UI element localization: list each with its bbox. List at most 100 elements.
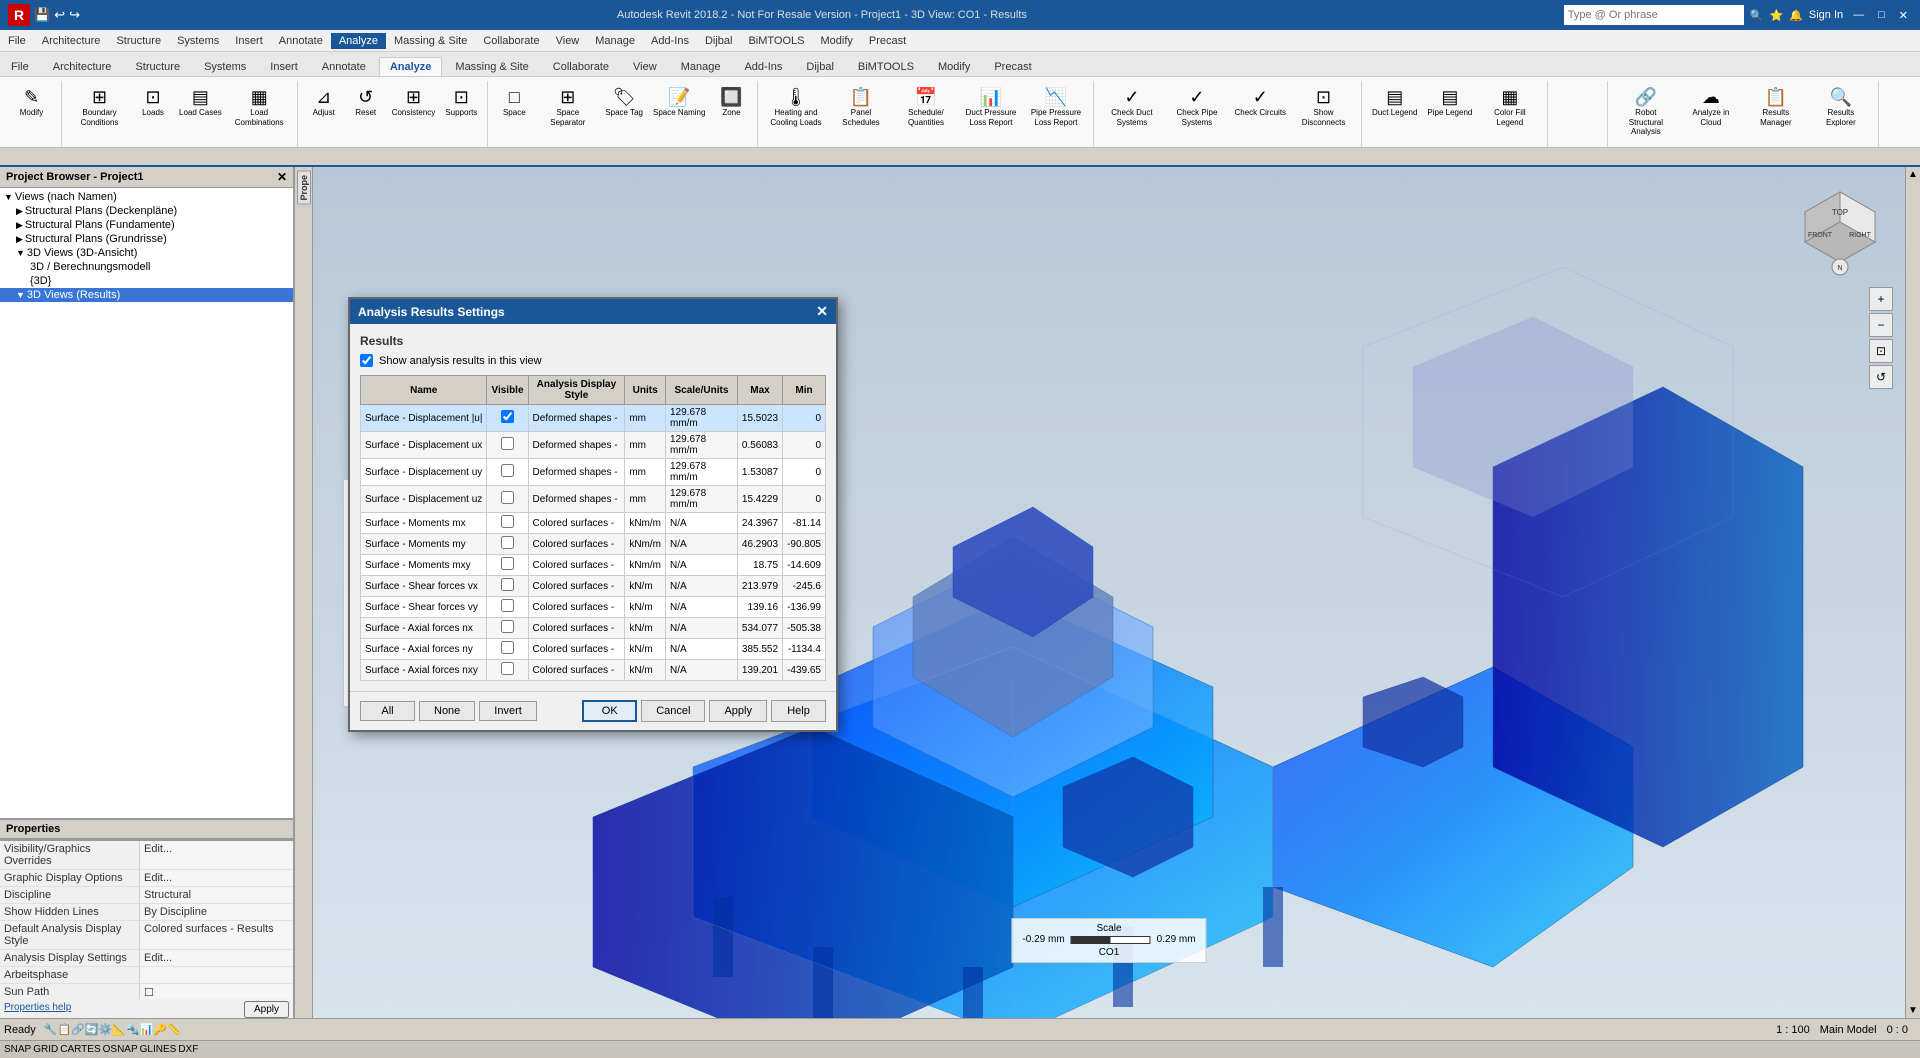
ribbon-btn-space-naming[interactable]: 📝Space Naming [649,85,709,120]
ribbon-btn-color-fill-legend[interactable]: ▦Color Fill Legend [1478,85,1541,129]
menu-item-systems[interactable]: Systems [169,33,227,49]
tree-item-6[interactable]: {3D} [0,274,293,288]
results-row-4[interactable]: Surface - Moments mx Colored surfaces - … [361,513,826,534]
visible-checkbox-2[interactable] [501,464,514,477]
tree-item-3[interactable]: ▶Structural Plans (Grundrisse) [0,232,293,246]
menu-item-bimtools[interactable]: BiMTOOLS [740,33,812,49]
ribbon-tab-precast[interactable]: Precast [983,57,1042,76]
properties-apply-btn[interactable]: Apply [244,1001,289,1018]
scroll-up-btn[interactable]: ▲ [1906,167,1920,182]
ribbon-tab-manage[interactable]: Manage [670,57,732,76]
bell-icon[interactable]: 🔔 [1789,9,1803,22]
cell-visible-5[interactable] [487,534,528,555]
menu-item-analyze[interactable]: Analyze [331,33,386,49]
search-icon[interactable]: 🔍 [1750,9,1764,22]
menu-item-collaborate[interactable]: Collaborate [475,33,547,49]
fit-view-btn[interactable]: ⊡ [1869,339,1893,363]
tree-item-7[interactable]: ▼3D Views (Results) [0,288,293,302]
cell-visible-1[interactable] [487,432,528,459]
cell-visible-4[interactable] [487,513,528,534]
results-row-8[interactable]: Surface - Shear forces vy Colored surfac… [361,597,826,618]
ribbon-tab-collaborate[interactable]: Collaborate [542,57,620,76]
ribbon-btn-heating-and-cooling-loads[interactable]: 🌡Heating and Cooling Loads [764,85,827,129]
tree-item-1[interactable]: ▶Structural Plans (Deckenpläne) [0,204,293,218]
visible-checkbox-3[interactable] [501,491,514,504]
ribbon-btn-results-manager[interactable]: 📋Results Manager [1744,85,1807,129]
ribbon-tab-systems[interactable]: Systems [193,57,257,76]
menu-item-dijbal[interactable]: Dijbal [697,33,741,49]
ribbon-btn-loads[interactable]: ⊡Loads [133,85,173,120]
visible-checkbox-4[interactable] [501,515,514,528]
results-row-9[interactable]: Surface - Axial forces nx Colored surfac… [361,618,826,639]
results-row-5[interactable]: Surface - Moments my Colored surfaces - … [361,534,826,555]
ribbon-btn-duct-legend[interactable]: ▤Duct Legend [1368,85,1421,120]
ribbon-btn-pipe-legend[interactable]: ▤Pipe Legend [1423,85,1476,120]
ribbon-btn-load-cases[interactable]: ▤Load Cases [175,85,226,120]
zoom-in-btn[interactable]: + [1869,287,1893,311]
ribbon-tab-insert[interactable]: Insert [259,57,309,76]
search-input[interactable] [1564,5,1744,25]
ribbon-btn-pipe-pressure-loss-report[interactable]: 📉Pipe Pressure Loss Report [1024,85,1087,129]
cell-visible-9[interactable] [487,618,528,639]
ribbon-tab-file[interactable]: File [0,57,40,76]
menu-item-annotate[interactable]: Annotate [271,33,331,49]
ribbon-btn-check-pipe-systems[interactable]: ✓Check Pipe Systems [1165,85,1228,129]
nav-cube-container[interactable]: TOP RIGHT FRONT N [1795,187,1885,277]
visible-checkbox-6[interactable] [501,557,514,570]
prop-value-0[interactable]: Edit... [140,841,293,869]
ribbon-btn-space[interactable]: □Space [494,85,534,120]
ribbon-btn-check-circuits[interactable]: ✓Check Circuits [1230,85,1290,120]
invert-button[interactable]: Invert [479,701,537,721]
none-button[interactable]: None [419,701,475,721]
cell-visible-2[interactable] [487,459,528,486]
cell-visible-0[interactable] [487,405,528,432]
visible-checkbox-9[interactable] [501,620,514,633]
ribbon-tab-dijbal[interactable]: Dijbal [795,57,845,76]
quick-save[interactable]: 💾 [34,7,50,23]
menu-item-precast[interactable]: Precast [861,33,914,49]
cell-visible-7[interactable] [487,576,528,597]
results-row-6[interactable]: Surface - Moments mxy Colored surfaces -… [361,555,826,576]
ribbon-btn-results-explorer[interactable]: 🔍Results Explorer [1809,85,1872,129]
ribbon-btn-reset[interactable]: ↺Reset [346,85,386,120]
minimize-btn[interactable]: — [1849,9,1868,21]
show-results-checkbox[interactable] [360,354,373,367]
ribbon-btn-adjust[interactable]: ⊿Adjust [304,85,344,120]
ribbon-btn-modify[interactable]: ✎Modify [12,85,52,120]
results-row-7[interactable]: Surface - Shear forces vx Colored surfac… [361,576,826,597]
ribbon-btn-duct-pressure-loss-report[interactable]: 📊Duct Pressure Loss Report [959,85,1022,129]
ribbon-btn-zone[interactable]: 🔲Zone [711,85,751,120]
ribbon-tab-annotate[interactable]: Annotate [311,57,377,76]
apply-button[interactable]: Apply [709,700,767,722]
visible-checkbox-7[interactable] [501,578,514,591]
ribbon-tab-add-ins[interactable]: Add-Ins [733,57,793,76]
all-button[interactable]: All [360,701,415,721]
cancel-button[interactable]: Cancel [641,700,705,722]
tree-item-4[interactable]: ▼3D Views (3D-Ansicht) [0,246,293,260]
ribbon-tab-bimtools[interactable]: BiMTOOLS [847,57,925,76]
maximize-btn[interactable]: □ [1874,9,1889,21]
quick-redo[interactable]: ↪ [69,7,80,23]
ribbon-tab-structure[interactable]: Structure [124,57,191,76]
ribbon-btn-show-disconnects[interactable]: ⊡Show Disconnects [1292,85,1355,129]
results-row-1[interactable]: Surface - Displacement ux Deformed shape… [361,432,826,459]
results-row-3[interactable]: Surface - Displacement uz Deformed shape… [361,486,826,513]
visible-checkbox-1[interactable] [501,437,514,450]
ribbon-btn-consistency[interactable]: ⊞Consistency [388,85,440,120]
ribbon-btn-robot-structural-analysis[interactable]: 🔗Robot Structural Analysis [1614,85,1677,139]
ribbon-btn-space-separator[interactable]: ⊞Space Separator [536,85,599,129]
menu-item-massing--site[interactable]: Massing & Site [386,33,475,49]
ribbon-btn-analyze-in-cloud[interactable]: ☁Analyze in Cloud [1679,85,1742,129]
signin-btn[interactable]: Sign In [1809,9,1843,21]
zoom-out-btn[interactable]: − [1869,313,1893,337]
menu-item-structure[interactable]: Structure [108,33,169,49]
ribbon-btn-boundary-conditions[interactable]: ⊞Boundary Conditions [68,85,131,129]
visible-checkbox-8[interactable] [501,599,514,612]
cell-visible-11[interactable] [487,660,528,681]
ok-button[interactable]: OK [582,700,637,722]
ribbon-btn-load-combinations[interactable]: ▦Load Combinations [228,85,291,129]
cell-visible-10[interactable] [487,639,528,660]
menu-item-modify[interactable]: Modify [813,33,861,49]
nav-cube[interactable]: TOP RIGHT FRONT N [1795,187,1885,277]
menu-item-insert[interactable]: Insert [227,33,271,49]
